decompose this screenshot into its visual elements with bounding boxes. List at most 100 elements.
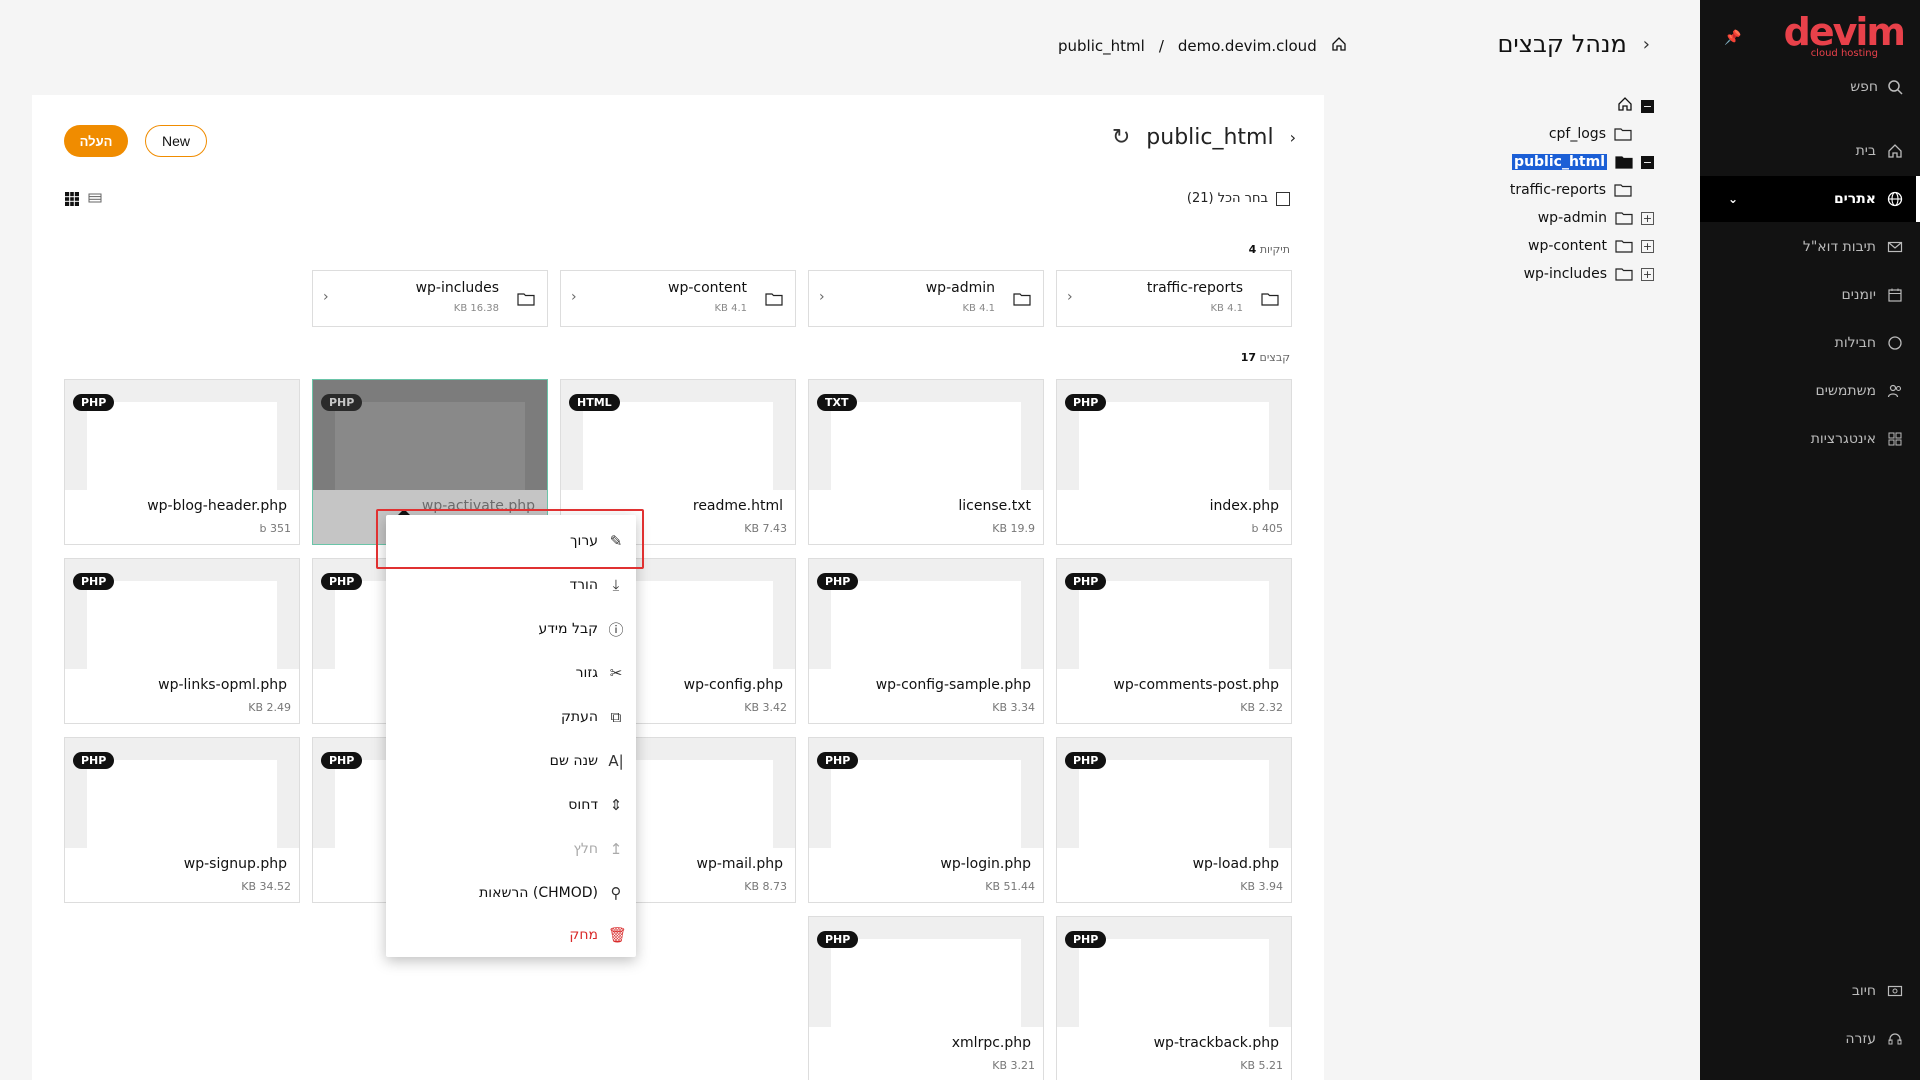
select-all-checkbox[interactable] [1276, 191, 1290, 206]
menu-item-label: העתק [560, 709, 598, 725]
file-card[interactable]: TXT license.txt KB 19.9 [808, 379, 1044, 545]
chevron-right-icon[interactable]: › [1067, 289, 1073, 305]
breadcrumb-home[interactable]: demo.devim.cloud [1178, 37, 1317, 55]
file-card[interactable]: PHP wp-links-opml.php KB 2.49 [64, 558, 300, 724]
file-preview [1079, 760, 1269, 848]
folder-size: KB 4.1 [962, 303, 996, 314]
file-type-badge: PHP [1065, 394, 1107, 411]
folder-size: KB 4.1 [1210, 303, 1244, 314]
file-type-badge: PHP [321, 394, 363, 411]
file-name: xmlrpc.php [951, 1035, 1031, 1051]
collapse-toggle[interactable]: − [1641, 99, 1654, 113]
tree-item[interactable]: cpf_logs [1454, 120, 1654, 148]
list-view-icon[interactable] [88, 191, 102, 209]
expand-toggle[interactable]: + [1641, 211, 1654, 225]
breadcrumb-current[interactable]: public_html [1058, 37, 1145, 55]
tree-item-selected[interactable]: public_html − [1454, 148, 1654, 176]
file-card[interactable]: PHP xmlrpc.php KB 3.21 [808, 916, 1044, 1080]
home-icon[interactable] [1331, 36, 1347, 56]
menu-item-delete[interactable]: מחק 🗑 [394, 913, 627, 957]
file-card[interactable]: PHP wp-login.php KB 51.44 [808, 737, 1044, 903]
tree-item[interactable]: wp-admin + [1454, 204, 1654, 232]
menu-item-permissions[interactable]: הרשאות (CHMOD) ⚲ [394, 871, 624, 915]
expand-toggle[interactable]: + [1641, 239, 1654, 253]
info-icon: ⓘ [608, 620, 624, 639]
file-size: KB 7.43 [744, 522, 787, 535]
folder-card[interactable]: › traffic-reports KB 4.1 [1056, 270, 1292, 327]
new-button[interactable]: New [145, 125, 207, 157]
file-type-badge: PHP [1065, 931, 1107, 948]
sidebar-item-sites[interactable]: ⌄ אתרים [1700, 176, 1920, 222]
folder-card[interactable]: › wp-content KB 4.1 [560, 270, 796, 327]
chevron-right-icon[interactable]: › [819, 289, 825, 305]
menu-item-edit[interactable]: ערוך ✎ [394, 519, 624, 563]
file-type-badge: PHP [73, 573, 115, 590]
menu-item-copy[interactable]: העתק ⧉ [394, 695, 624, 739]
extract-icon: ↥ [609, 840, 623, 858]
sidebar-item-help[interactable]: עזרה [1700, 1016, 1920, 1062]
tree-item[interactable]: wp-content + [1454, 232, 1654, 260]
tree-root[interactable]: − [1454, 92, 1654, 120]
file-card[interactable]: PHP wp-trackback.php KB 5.21 [1056, 916, 1292, 1080]
breadcrumb-separator: / [1158, 37, 1164, 55]
sidebar-item-label: יומנים [1841, 287, 1876, 303]
folder-card[interactable]: › wp-admin KB 4.1 [808, 270, 1044, 327]
sidebar-item-logs[interactable]: יומנים [1700, 272, 1920, 318]
file-size: KB 8.73 [744, 880, 787, 893]
upload-button[interactable]: העלה [64, 125, 128, 157]
sidebar-item-billing[interactable]: חיוב [1700, 968, 1920, 1014]
collapse-toggle[interactable]: − [1641, 155, 1654, 169]
file-card[interactable]: PHP wp-signup.php KB 34.52 [64, 737, 300, 903]
sidebar-item-users[interactable]: משתמשים [1700, 368, 1920, 414]
grid-view-icon[interactable] [64, 191, 80, 211]
menu-item-label: הרשאות (CHMOD) [479, 885, 598, 901]
file-card[interactable]: PHP wp-blog-header.php b 351 [64, 379, 300, 545]
expand-toggle[interactable]: + [1641, 267, 1654, 281]
sidebar-item-integrations[interactable]: אינטגרציות [1700, 416, 1920, 462]
chevron-right-icon[interactable]: › [1290, 128, 1296, 147]
menu-item-cut[interactable]: גזור ✂ [394, 651, 624, 695]
sidebar-item-label: אינטגרציות [1810, 431, 1876, 447]
sidebar-item-home[interactable]: בית [1700, 128, 1920, 174]
file-card[interactable]: PHP wp-config-sample.php KB 3.34 [808, 558, 1044, 724]
tree-item-label: public_html [1512, 154, 1607, 170]
pin-icon[interactable]: 📌 [1724, 30, 1741, 46]
menu-item-rename[interactable]: שנה שם A| [394, 739, 624, 783]
users-icon [1886, 382, 1904, 400]
menu-item-label: דחוס [568, 797, 598, 813]
tree-item[interactable]: wp-includes + [1454, 260, 1654, 288]
tree-item[interactable]: traffic-reports [1454, 176, 1654, 204]
search-icon [1886, 78, 1904, 96]
file-browser-card: העלה New ↻ public_html › בחר הכל (21) 4 … [32, 95, 1324, 1080]
sidebar-item-packages[interactable]: חבילות [1700, 320, 1920, 366]
logo[interactable]: devim cloud hosting [1784, 12, 1906, 59]
sidebar-search[interactable]: חפש [1850, 78, 1904, 96]
home-icon[interactable] [1617, 96, 1633, 116]
chevron-down-icon[interactable]: ⌄ [1728, 192, 1738, 206]
file-preview [1079, 939, 1269, 1027]
key-icon: ⚲ [610, 884, 622, 902]
context-menu: ערוך ✎ הורד ⤓ קבל מידע ⓘ גזור ✂ העתק ⧉ ש… [386, 509, 636, 957]
file-name: index.php [1209, 498, 1279, 514]
file-card[interactable]: PHP index.php b 405 [1056, 379, 1292, 545]
menu-item-extract[interactable]: חלץ ↥ [394, 827, 624, 871]
file-size: KB 3.21 [992, 1059, 1035, 1072]
circle-icon [1886, 334, 1904, 352]
refresh-icon[interactable]: ↻ [1112, 125, 1130, 150]
menu-item-compress[interactable]: דחוס ⇕ [394, 783, 624, 827]
menu-item-download[interactable]: הורד ⤓ [394, 563, 624, 607]
sidebar-item-mailboxes[interactable]: תיבות דוא"ל [1700, 224, 1920, 270]
chevron-right-icon[interactable]: › [323, 289, 329, 305]
file-card[interactable]: PHP wp-load.php KB 3.94 [1056, 737, 1292, 903]
menu-item-info[interactable]: קבל מידע ⓘ [394, 607, 624, 651]
pencil-icon: ✎ [609, 532, 623, 550]
chevron-right-icon[interactable]: › [1643, 34, 1650, 55]
file-name: wp-load.php [1192, 856, 1279, 872]
chevron-right-icon[interactable]: › [571, 289, 577, 305]
file-preview [1079, 581, 1269, 669]
file-preview [583, 402, 773, 490]
select-all[interactable]: בחר הכל (21) [1187, 191, 1290, 206]
sidebar-item-label: בית [1855, 143, 1876, 159]
file-card[interactable]: PHP wp-comments-post.php KB 2.32 [1056, 558, 1292, 724]
folder-card[interactable]: › wp-includes KB 16.38 [312, 270, 548, 327]
